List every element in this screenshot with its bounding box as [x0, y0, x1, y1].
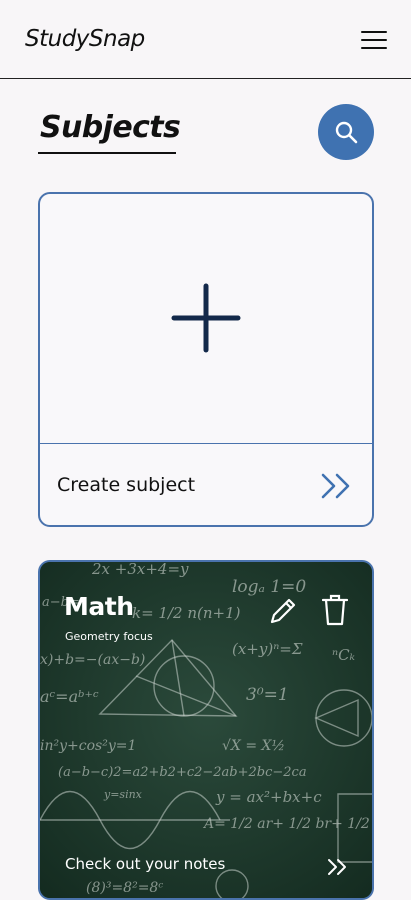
chalk-eq: √X = X½ [222, 738, 285, 754]
pencil-icon[interactable] [268, 596, 298, 626]
title-underline [38, 152, 176, 154]
trash-icon[interactable] [322, 594, 348, 626]
menu-bar-bottom [361, 47, 387, 49]
chalk-eq: A= 1/2 ar+ 1/2 br+ 1/2 cr [202, 816, 374, 832]
chalk-eq: y=sinx [103, 788, 143, 801]
chalk-eq: 3⁰=1 [246, 685, 289, 705]
app-logo[interactable]: StudySnap [25, 26, 145, 52]
subject-card-math[interactable]: 2x +3x+4=y logₐ 1=0 a−b= k= 1/2 n(n+1) x… [38, 560, 374, 900]
subject-description: Geometry focus [65, 630, 153, 643]
chalk-eq: y = ax²+bx+c [215, 788, 322, 806]
double-chevron-right-icon[interactable] [326, 857, 350, 877]
create-subject-label: Create subject [57, 474, 196, 496]
double-chevron-right-icon[interactable] [320, 472, 354, 500]
app-header: StudySnap [0, 0, 411, 79]
chalk-eq: ⁿCₖ [332, 646, 356, 664]
check-notes-link[interactable]: Check out your notes [65, 855, 225, 873]
chalk-eq: (x+y)ⁿ=Σ [232, 640, 303, 658]
chalk-eq: aᶜ=aᵇ⁺ᶜ [40, 687, 99, 706]
create-subject-card[interactable]: Create subject [38, 192, 374, 527]
chalk-eq: (a−b−c)2=a2+b2+c2−2ab+2bc−2ca [58, 765, 307, 780]
subject-name: Math [64, 592, 134, 621]
hamburger-menu-icon[interactable] [361, 30, 387, 50]
menu-bar-middle [361, 39, 387, 41]
chalk-eq: in²y+cos²y=1 [40, 738, 136, 754]
chalk-eq: 2x +3x+4=y [91, 562, 189, 578]
page-title: Subjects [40, 110, 181, 145]
chalk-eq: k= 1/2 n(n+1) [132, 604, 241, 622]
card-divider [40, 443, 372, 444]
chalk-eq: logₐ 1=0 [232, 577, 306, 597]
chalk-eq: x)+b=−(ax−b) [40, 652, 145, 668]
search-button[interactable] [318, 104, 374, 160]
plus-icon [171, 283, 241, 353]
search-icon [335, 121, 358, 144]
menu-bar-top [361, 31, 387, 33]
